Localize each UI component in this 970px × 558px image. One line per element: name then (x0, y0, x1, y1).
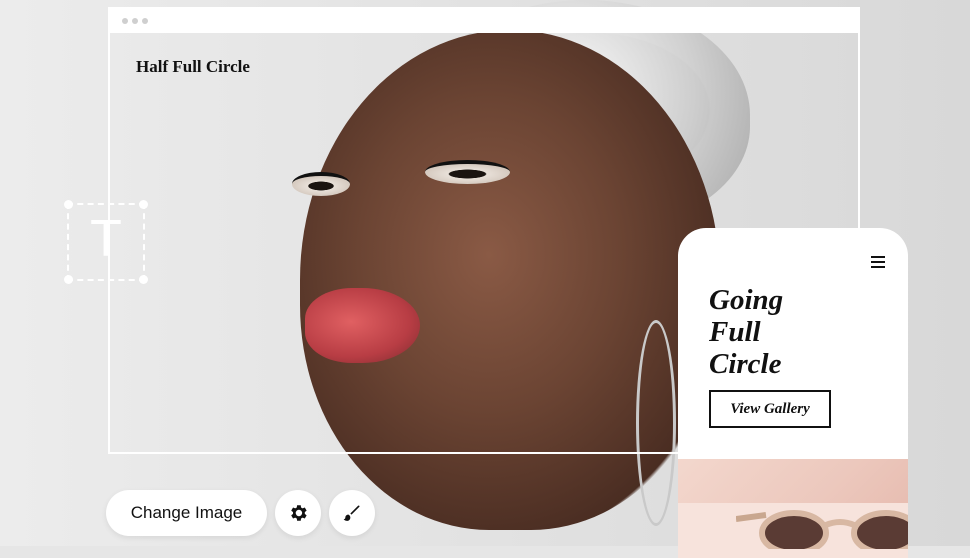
sunglasses-icon (736, 510, 908, 549)
site-title[interactable]: Half Full Circle (136, 57, 250, 77)
window-dot-icon (142, 18, 148, 24)
product-image (678, 459, 908, 558)
view-gallery-button[interactable]: View Gallery (709, 390, 831, 428)
paintbrush-icon (343, 505, 360, 521)
text-tool-icon: T (90, 210, 122, 268)
resize-handle[interactable] (139, 275, 148, 284)
window-dot-icon (132, 18, 138, 24)
hamburger-menu-icon[interactable] (871, 256, 885, 268)
change-image-button[interactable]: Change Image (106, 490, 267, 536)
mobile-preview: Going Full Circle View Gallery (678, 228, 908, 558)
text-tool-box[interactable]: T (64, 200, 148, 284)
mobile-heading: Going Full Circle (709, 284, 784, 380)
settings-button[interactable] (275, 490, 321, 536)
resize-handle[interactable] (139, 200, 148, 209)
style-button[interactable] (329, 490, 375, 536)
window-dot-icon (122, 18, 128, 24)
resize-handle[interactable] (64, 200, 73, 209)
browser-toolbar (110, 9, 858, 33)
resize-handle[interactable] (64, 275, 73, 284)
gear-icon (291, 505, 307, 521)
